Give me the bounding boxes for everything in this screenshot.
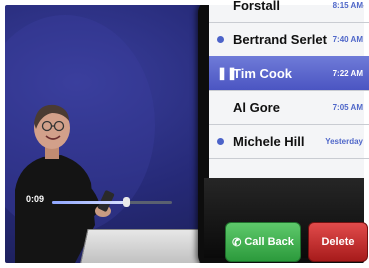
elapsed-time: 0:09 <box>26 194 45 204</box>
unread-dot-icon <box>217 137 224 145</box>
presenter-figure <box>5 15 155 263</box>
voicemail-row-forstall[interactable]: Forstall 8:15 AM <box>209 0 369 23</box>
scrubber-progress <box>52 201 127 204</box>
voicemail-name: Forstall <box>233 0 280 13</box>
voicemail-time: 8:15 AM <box>332 0 363 10</box>
voicemail-row-tim-cook[interactable]: ❚❚ Tim Cook 7:22 AM <box>209 56 369 91</box>
delete-label: Delete <box>321 236 355 248</box>
voicemail-name: Tim Cook <box>233 65 292 81</box>
voicemail-row-al-gore[interactable]: Al Gore 7:05 AM <box>209 90 369 125</box>
delete-button[interactable]: Delete <box>308 222 368 262</box>
phone-icon: ✆ <box>232 236 242 249</box>
voicemail-row-bertrand-serlet[interactable]: Bertrand Serlet 7:40 AM <box>209 22 369 57</box>
call-back-label: Call Back <box>244 236 294 248</box>
playback-scrubber[interactable] <box>52 197 172 207</box>
call-back-button[interactable]: ✆ Call Back <box>225 222 301 262</box>
voicemail-name: Al Gore <box>233 99 280 115</box>
voicemail-time: 7:22 AM <box>332 68 363 78</box>
voicemail-time: Yesterday <box>325 136 363 146</box>
unread-dot-icon <box>217 35 224 43</box>
voicemail-time: 7:40 AM <box>332 34 363 44</box>
voicemail-name: Michele Hill <box>233 133 305 149</box>
voicemail-row-michele-hill[interactable]: Michele Hill Yesterday <box>209 124 369 159</box>
voicemail-name: Bertrand Serlet <box>233 31 327 47</box>
lectern <box>78 229 208 263</box>
voicemail-time: 7:05 AM <box>332 102 363 112</box>
scrubber-handle[interactable] <box>123 197 131 207</box>
